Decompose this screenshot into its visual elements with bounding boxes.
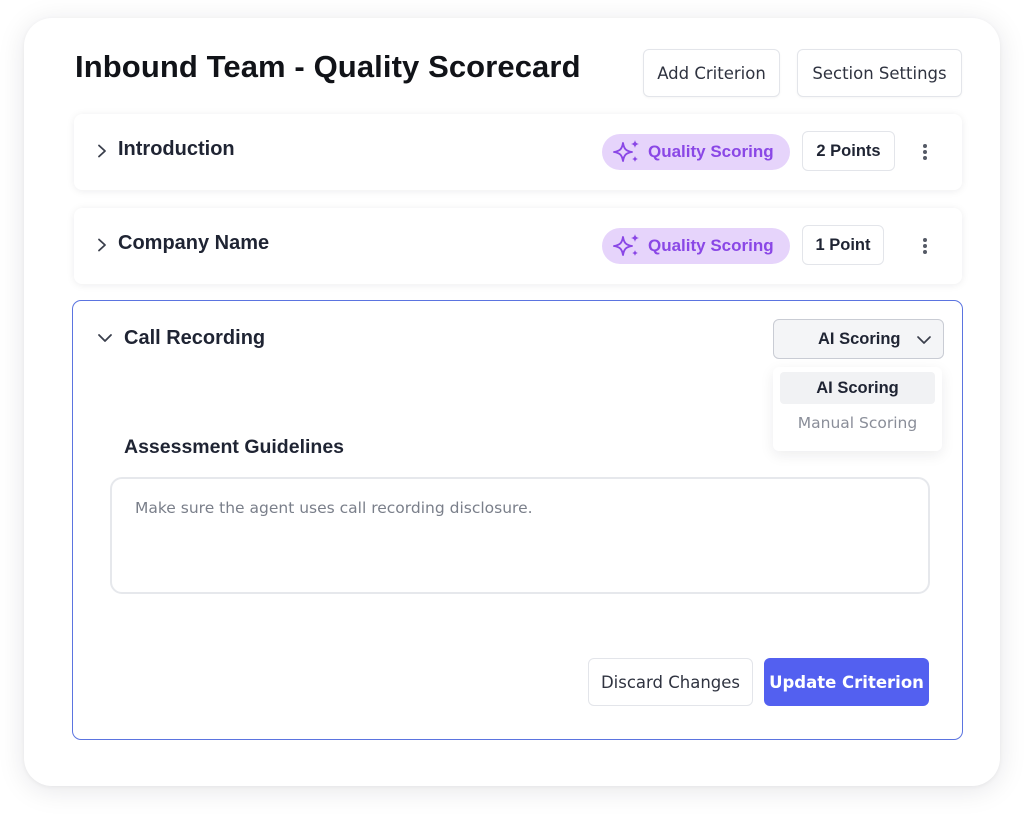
badge-label: Quality Scoring [648,236,774,256]
points-badge[interactable]: 1 Point [802,225,884,265]
kebab-menu-icon[interactable] [913,140,937,164]
quality-scoring-badge: Quality Scoring [602,228,790,264]
scoring-type-select[interactable]: AI Scoring [773,319,944,359]
chevron-right-icon[interactable] [92,141,112,161]
section-company-name[interactable]: Company Name Quality Scoring 1 Point [74,208,962,284]
chevron-down-icon [915,331,933,349]
section-title: Introduction [118,138,235,161]
scorecard-card: Inbound Team - Quality Scorecard Add Cri… [24,18,1000,786]
page-title: Inbound Team - Quality Scorecard [75,49,581,85]
section-call-recording: Call Recording AI Scoring AI Scoring Man… [72,300,963,740]
dropdown-option-ai-scoring[interactable]: AI Scoring [780,372,935,404]
sparkle-icon [612,139,642,165]
update-criterion-button[interactable]: Update Criterion [764,658,929,706]
points-badge[interactable]: 2 Points [802,131,895,171]
section-title: Call Recording [124,327,265,350]
scoring-dropdown-menu: AI Scoring Manual Scoring [773,367,942,451]
quality-scoring-badge: Quality Scoring [602,134,790,170]
dropdown-option-manual-scoring[interactable]: Manual Scoring [780,407,935,439]
chevron-down-icon[interactable] [95,328,115,348]
assessment-guidelines-label: Assessment Guidelines [124,436,344,459]
badge-label: Quality Scoring [648,142,774,162]
add-criterion-button[interactable]: Add Criterion [643,49,780,97]
kebab-menu-icon[interactable] [913,234,937,258]
sparkle-icon [612,233,642,259]
selected-value: AI Scoring [818,330,901,349]
section-title: Company Name [118,232,269,255]
assessment-guidelines-input[interactable]: Make sure the agent uses call recording … [110,477,930,594]
section-settings-button[interactable]: Section Settings [797,49,962,97]
section-introduction[interactable]: Introduction Quality Scoring 2 Points [74,114,962,190]
chevron-right-icon[interactable] [92,235,112,255]
discard-changes-button[interactable]: Discard Changes [588,658,753,706]
